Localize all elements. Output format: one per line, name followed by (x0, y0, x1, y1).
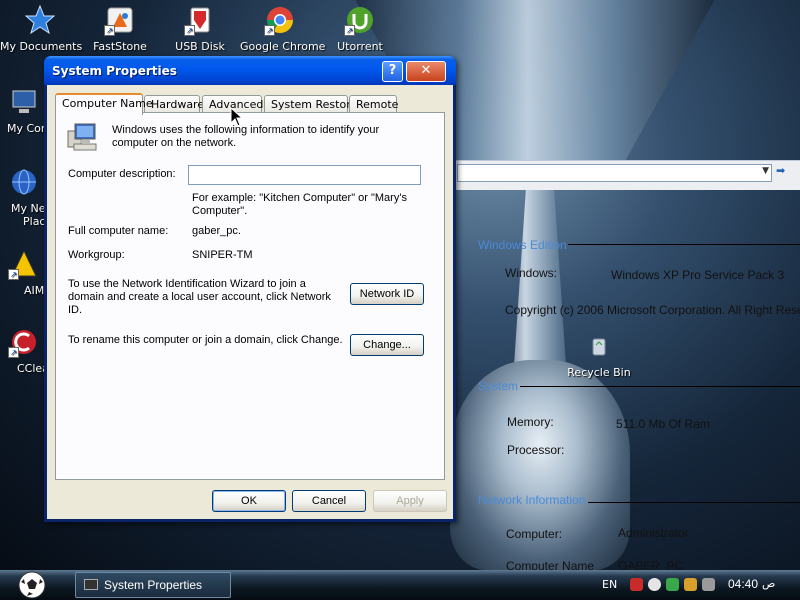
desktop-icon-label: Recycle Bin (567, 366, 631, 379)
workgroup-value: SNIPER-TM (192, 249, 253, 261)
dialog-client-area: Computer Name Hardware Advanced System R… (47, 85, 453, 519)
shortcut-arrow-icon: ↗ (8, 269, 19, 280)
network-heading: Network Information (478, 493, 586, 507)
system-tray: EN 04:40 ص (592, 570, 800, 600)
desktop-icon-usb-disk[interactable]: ↗ USB Disk (160, 4, 240, 53)
desktop-icon-utorrent[interactable]: ↗ Utorrent (320, 4, 400, 53)
taskbar-button-system-properties[interactable]: System Properties (75, 572, 231, 598)
workgroup-label: Workgroup: (68, 249, 125, 261)
divider-line (588, 502, 800, 503)
tab-computer-name[interactable]: Computer Name (55, 93, 153, 115)
computer-value: Administrator (618, 526, 689, 540)
network-icon (8, 166, 40, 198)
tab-remote[interactable]: Remote (349, 95, 398, 113)
usb-disk-icon: ↗ (184, 4, 216, 36)
windows-edition-heading: Windows Edition (478, 238, 567, 252)
clock-period: ص (762, 577, 776, 590)
faststone-icon: ↗ (104, 4, 136, 36)
desktop-icon-aim[interactable]: ↗ AIM (0, 248, 48, 297)
language-indicator[interactable]: EN (602, 578, 617, 591)
shortcut-arrow-icon: ↗ (264, 25, 275, 36)
change-button[interactable]: Change... (350, 334, 424, 356)
taskbar-button-label: System Properties (104, 578, 203, 592)
mouse-cursor-icon (230, 107, 244, 127)
ok-button[interactable]: OK (212, 490, 286, 512)
divider-line (568, 244, 800, 245)
title-bar[interactable]: System Properties ? ✕ (44, 56, 456, 85)
cancel-button[interactable]: Cancel (292, 490, 366, 512)
desktop-icon-label: My Com (7, 122, 52, 135)
tray-smiley-icon[interactable] (648, 578, 661, 591)
computer-icon (8, 86, 40, 118)
desktop-icon-label: AIM (24, 284, 45, 297)
ccleaner-icon: ↗ (8, 326, 40, 358)
desktop-icon-faststone[interactable]: ↗ FastStone (80, 4, 160, 53)
close-button[interactable]: ✕ (406, 61, 446, 82)
soccer-ball-icon (18, 571, 46, 599)
taskbar: System Properties EN 04:40 ص (0, 570, 800, 600)
chrome-icon: ↗ (264, 4, 296, 36)
description-label: Computer description: (68, 168, 176, 180)
address-bar[interactable]: ▼ (457, 164, 772, 182)
windows-value: Windows XP Pro Service Pack 3 (611, 268, 785, 282)
tray-network-icon[interactable] (666, 578, 679, 591)
computer-network-icon (66, 121, 98, 153)
divider-line (520, 386, 800, 387)
go-arrow-icon[interactable]: ➡ (776, 164, 794, 182)
full-name-label: Full computer name: (68, 225, 169, 237)
window-icon (84, 579, 98, 590)
shortcut-arrow-icon: ↗ (104, 25, 115, 36)
memory-label: Memory: (507, 415, 554, 429)
shortcut-arrow-icon: ↗ (8, 347, 19, 358)
desktop-icon-label: CClea (17, 362, 49, 375)
computer-label: Computer: (506, 527, 563, 541)
desktop-icon-google-chrome[interactable]: ↗ Google Chrome (240, 4, 326, 53)
memory-value: 511.0 Mb Of Ram (616, 417, 710, 431)
desktop-icon-my-network-places[interactable]: My Net Plac (0, 166, 50, 228)
desktop-icon-label: FastStone (93, 40, 147, 53)
help-button[interactable]: ? (382, 61, 403, 82)
system-properties-window: System Properties ? ✕ Computer Name Hard… (44, 56, 456, 522)
recycle-bin-icon (583, 330, 615, 362)
utorrent-icon: ↗ (344, 4, 376, 36)
desktop-icon-label: USB Disk (175, 40, 225, 53)
tray-utility-icon[interactable] (684, 578, 697, 591)
change-text: To rename this computer or join a domain… (68, 334, 343, 346)
network-id-text: To use the Network Identification Wizard… (68, 278, 331, 316)
copyright-text: Copyright (c) 2006 Microsoft Corporation… (505, 303, 800, 317)
full-name-value: gaber_pc. (192, 225, 241, 237)
clock[interactable]: 04:40 (728, 577, 758, 591)
aim-icon: ↗ (8, 248, 40, 280)
windows-label: Windows: (505, 266, 558, 280)
computer-description-input[interactable] (188, 165, 421, 185)
desktop-icon-recycle-bin[interactable]: Recycle Bin (559, 330, 639, 379)
computer-name-panel: Windows uses the following information t… (55, 112, 445, 480)
desktop-icon-label: Plac (23, 215, 46, 228)
apply-button[interactable]: Apply (373, 490, 447, 512)
desktop-icon-label: Utorrent (337, 40, 383, 53)
shortcut-arrow-icon: ↗ (344, 25, 355, 36)
desktop-icon-label: My Net (11, 202, 50, 215)
desktop-icon-label: My Documents (0, 40, 83, 53)
desktop-icon-my-computer[interactable]: My Com (0, 86, 52, 135)
window-title: System Properties (52, 64, 177, 78)
desktop-icon-my-documents[interactable]: My Documents (0, 4, 83, 53)
star-icon (24, 4, 56, 36)
address-dropdown-icon[interactable]: ▼ (762, 166, 769, 176)
system-heading: System (478, 379, 519, 393)
tray-flag-icon[interactable] (630, 578, 643, 591)
desktop-icon-ccleaner[interactable]: ↗ CClea (0, 326, 49, 375)
tray-calendar-icon[interactable] (702, 578, 715, 591)
tab-system-restore[interactable]: System Restore (264, 95, 357, 113)
intro-text: Windows uses the following information t… (112, 124, 380, 149)
network-id-button[interactable]: Network ID (350, 283, 424, 305)
start-button[interactable] (16, 570, 48, 600)
desktop-icon-label: Google Chrome (240, 40, 326, 53)
shortcut-arrow-icon: ↗ (184, 25, 195, 36)
processor-label: Processor: (507, 443, 565, 457)
example-text: For example: "Kitchen Computer" or "Mary… (192, 192, 407, 217)
